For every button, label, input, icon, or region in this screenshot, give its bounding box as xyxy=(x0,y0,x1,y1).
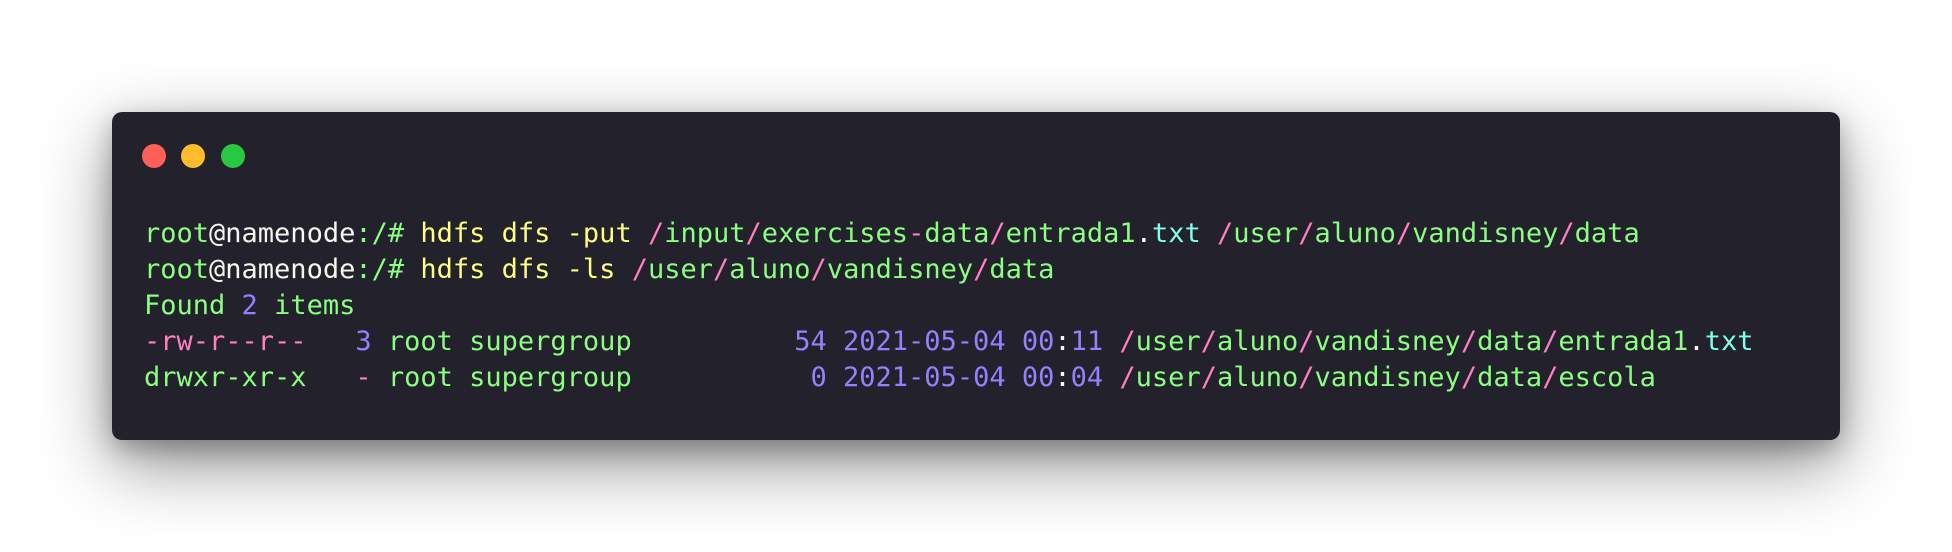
terminal-text: / xyxy=(713,254,730,285)
terminal-text: entrada1 xyxy=(1558,326,1689,357)
terminal-text: hdfs dfs -ls xyxy=(420,254,632,285)
terminal-text: aluno xyxy=(1216,326,1299,357)
terminal-text: / xyxy=(1200,362,1217,393)
terminal-text: / xyxy=(745,218,762,249)
terminal-text: / xyxy=(1200,326,1217,357)
terminal-text: data xyxy=(924,218,990,249)
terminal-text: @namenode xyxy=(209,218,356,249)
close-icon[interactable] xyxy=(142,144,166,168)
terminal-text: 2 xyxy=(241,290,258,321)
terminal-text: vandisney xyxy=(826,254,974,285)
terminal-text: - xyxy=(355,362,372,393)
terminal-text: 54 2021-05-04 00 xyxy=(794,326,1055,357)
terminal-text: user xyxy=(1233,218,1299,249)
terminal-text: . xyxy=(1135,218,1152,249)
terminal-text: txt xyxy=(1151,218,1217,249)
terminal-text: / xyxy=(1542,362,1559,393)
terminal-text: user xyxy=(1135,362,1201,393)
terminal-text: user xyxy=(1135,326,1201,357)
terminal-text: drwxr-xr-x xyxy=(144,362,307,393)
terminal-text: data xyxy=(989,254,1055,285)
terminal-text: txt xyxy=(1704,326,1754,357)
minimize-icon[interactable] xyxy=(181,144,205,168)
terminal-text: / xyxy=(1298,326,1315,357)
terminal-text: root supergroup xyxy=(371,326,795,357)
terminal-line: root@namenode:/# hdfs dfs -ls /user/alun… xyxy=(144,252,1054,288)
terminal-text: . xyxy=(1688,326,1705,357)
terminal-text: vandisney xyxy=(1314,326,1461,357)
terminal-text: root xyxy=(144,218,210,249)
terminal-text: items xyxy=(257,290,356,321)
terminal-text: / xyxy=(1298,218,1315,249)
terminal-text: hdfs dfs -put xyxy=(420,218,648,249)
terminal-text: :/# xyxy=(355,254,421,285)
terminal-text: : xyxy=(1054,362,1071,393)
terminal-text: / xyxy=(1119,362,1136,393)
terminal-text: exercises xyxy=(761,218,909,249)
terminal-text: 0 2021-05-04 00 xyxy=(810,362,1055,393)
terminal-text: 3 xyxy=(355,326,372,357)
terminal-text: data xyxy=(1477,362,1543,393)
terminal-text: / xyxy=(1460,362,1478,393)
terminal-line: Found 2 items xyxy=(144,288,355,324)
terminal-text: root xyxy=(144,254,210,285)
terminal-text: escola xyxy=(1558,362,1656,393)
terminal-text: : xyxy=(1054,326,1071,357)
terminal-text: aluno xyxy=(729,254,811,285)
terminal-text: / xyxy=(810,254,827,285)
terminal-text: / xyxy=(1542,326,1559,357)
terminal-text: / xyxy=(1395,218,1413,249)
terminal-text: @namenode xyxy=(209,254,356,285)
terminal-text: data xyxy=(1477,326,1543,357)
terminal-text: / xyxy=(647,218,665,249)
terminal-text: aluno xyxy=(1314,218,1396,249)
terminal-text: user xyxy=(647,254,713,285)
terminal-text: 04 xyxy=(1070,362,1120,393)
terminal-text: Found xyxy=(144,290,242,321)
terminal-text: 11 xyxy=(1070,326,1120,357)
maximize-icon[interactable] xyxy=(221,144,245,168)
terminal-text: / xyxy=(1558,218,1575,249)
terminal-text: / xyxy=(1460,326,1478,357)
terminal-text: - xyxy=(908,218,925,249)
terminal-text: / xyxy=(1119,326,1136,357)
terminal-text: / xyxy=(1298,362,1315,393)
terminal-text: aluno xyxy=(1216,362,1299,393)
terminal-text: vandisney xyxy=(1412,218,1559,249)
terminal-text: -rw-r--r-- xyxy=(144,326,307,357)
terminal-text: :/# xyxy=(355,218,421,249)
terminal-line: root@namenode:/# hdfs dfs -put /input/ex… xyxy=(144,216,1640,252)
terminal-line: -rw-r--r-- 3 root supergroup 54 2021-05-… xyxy=(144,324,1753,360)
terminal-text: / xyxy=(1216,218,1234,249)
terminal-text: input xyxy=(664,218,746,249)
terminal-text: / xyxy=(973,254,990,285)
terminal-text: / xyxy=(989,218,1006,249)
terminal-text: entrada1 xyxy=(1005,218,1136,249)
terminal-text: data xyxy=(1574,218,1640,249)
terminal-line: drwxr-xr-x - root supergroup 0 2021-05-0… xyxy=(144,360,1656,396)
terminal-text: / xyxy=(631,254,648,285)
terminal-text: vandisney xyxy=(1314,362,1461,393)
terminal-text: root supergroup xyxy=(371,362,811,393)
